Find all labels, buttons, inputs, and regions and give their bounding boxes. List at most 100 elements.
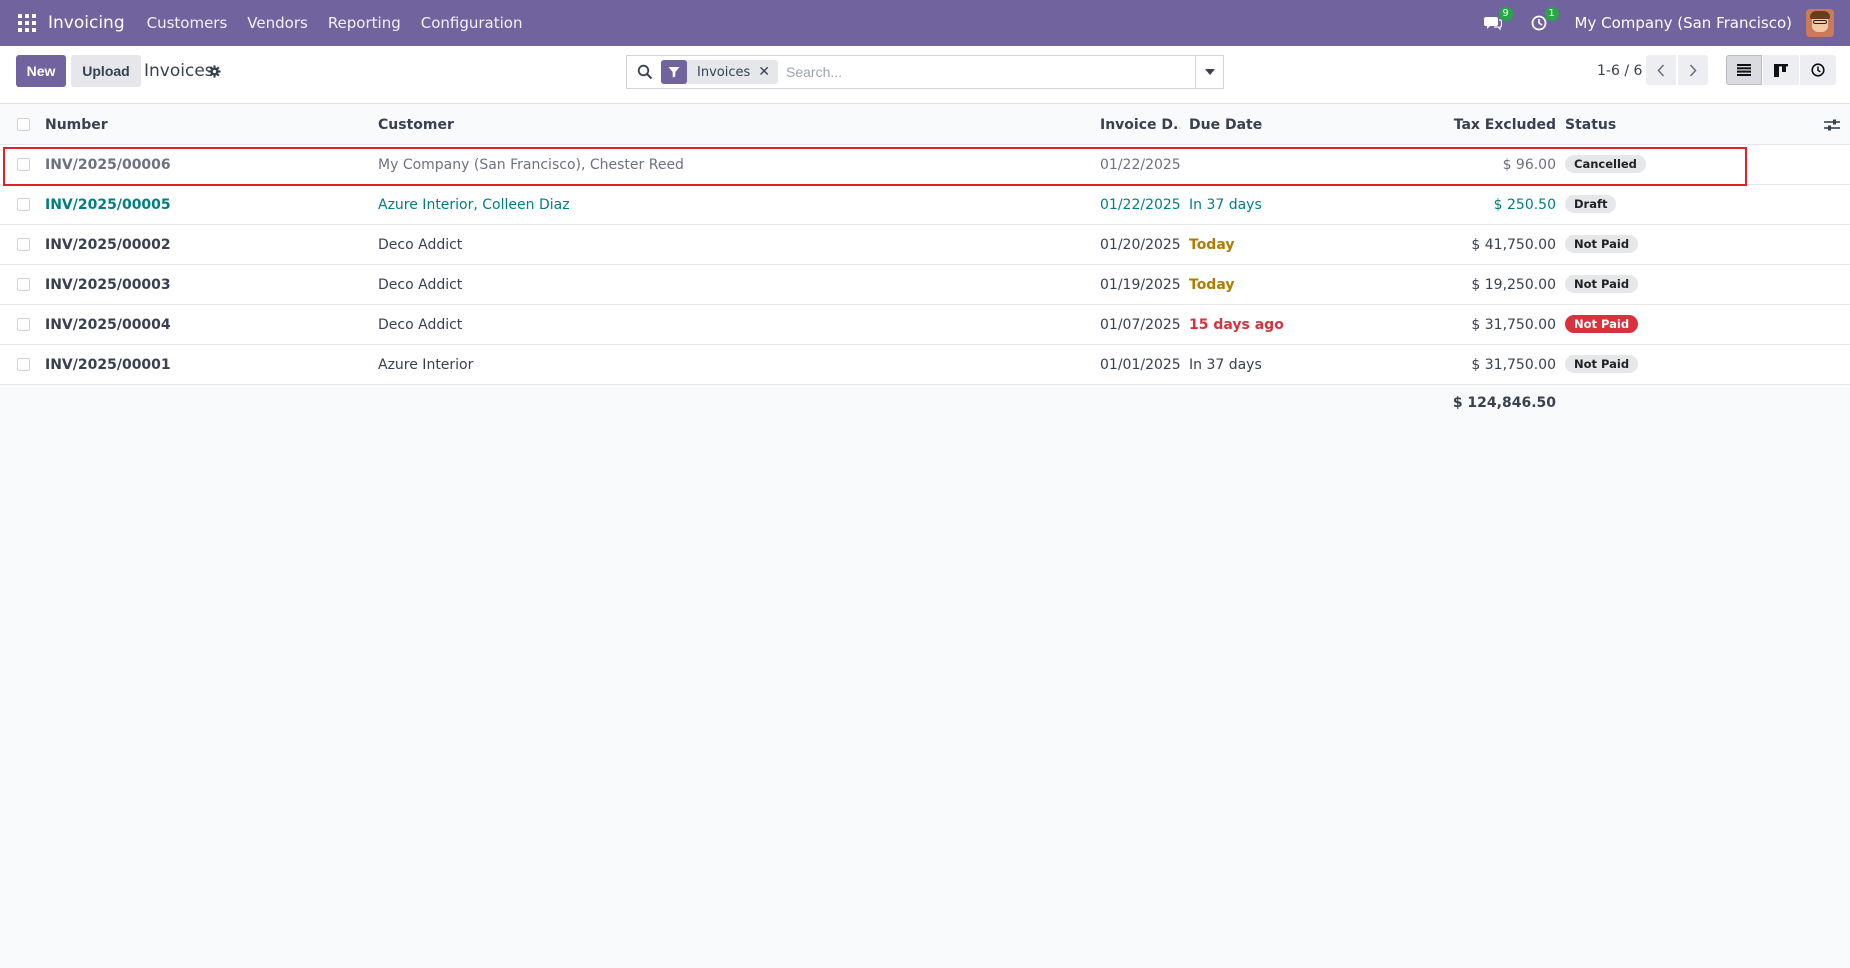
invoice-tax-excluded: $ 41,750.00 [1471,237,1556,253]
row-checkbox[interactable] [17,158,30,171]
page-title: Invoices [144,61,214,81]
status-badge: Not Paid [1565,234,1639,253]
adjust-columns-icon[interactable] [1824,118,1840,132]
caret-down-icon [1204,69,1215,75]
invoice-due-date: In 37 days [1189,357,1262,373]
apps-grid-icon[interactable] [18,14,36,32]
new-button[interactable]: New [16,55,66,87]
top-navbar: Invoicing Customers Vendors Reporting Co… [0,0,1850,46]
invoice-date: 01/20/2025 [1100,237,1180,253]
invoice-number: INV/2025/00004 [45,317,171,333]
invoice-due-date [1189,145,1339,185]
filter-facet: Invoices ✕ [661,60,778,84]
invoice-number: INV/2025/00003 [45,277,171,293]
chat-icon [1483,17,1502,31]
facet-label: Invoices [697,64,751,80]
status-badge: Draft [1565,194,1617,213]
clock-icon [1531,15,1546,31]
invoice-tax-excluded: $ 31,750.00 [1471,317,1556,333]
menu-configuration[interactable]: Configuration [421,14,523,32]
status-badge: Not Paid [1565,314,1639,333]
menu-reporting[interactable]: Reporting [328,14,401,32]
row-checkbox[interactable] [17,318,30,331]
column-header-tax-excluded[interactable]: Tax Excluded [1356,105,1556,145]
search-options-toggle[interactable] [1195,56,1223,88]
table-row[interactable]: INV/2025/00004 Deco Addict 01/07/2025 15… [0,305,1850,345]
table-row[interactable]: INV/2025/00003 Deco Addict 01/19/2025 To… [0,265,1850,305]
menu-vendors[interactable]: Vendors [247,14,308,32]
invoice-number: INV/2025/00006 [45,157,171,173]
messages-button[interactable]: 9 [1483,7,1513,33]
invoice-customer: Deco Addict [378,317,463,333]
invoice-due-date: Today [1189,237,1235,253]
kanban-view-button[interactable] [1763,55,1799,85]
table-row[interactable]: INV/2025/00001 Azure Interior 01/01/2025… [0,345,1850,385]
invoice-customer: Deco Addict [378,237,463,253]
search-input[interactable] [786,58,1186,86]
invoice-due-date: Today [1189,277,1235,293]
status-badge: Cancelled [1565,154,1646,173]
column-header-customer[interactable]: Customer [378,105,1078,145]
table-row[interactable]: INV/2025/00006 My Company (San Francisco… [0,145,1850,185]
invoice-tax-excluded: $ 19,250.00 [1471,277,1556,293]
app-name[interactable]: Invoicing [48,13,125,33]
table-row[interactable]: INV/2025/00002 Deco Addict 01/20/2025 To… [0,225,1850,265]
invoice-customer: Azure Interior, Colleen Diaz [378,197,570,213]
pager-previous-button[interactable] [1646,55,1676,85]
filter-icon [661,60,687,84]
invoice-number: INV/2025/00002 [45,237,171,253]
activities-count-badge: 1 [1544,7,1559,21]
invoice-status-cell: Not Paid [1565,225,1715,265]
tax-excluded-total: $ 124,846.50 [1452,395,1556,411]
invoice-number: INV/2025/00005 [45,197,171,213]
row-checkbox[interactable] [17,238,30,251]
invoice-customer: Azure Interior [378,357,474,373]
invoice-tax-excluded: $ 96.00 [1502,157,1556,173]
column-header-status[interactable]: Status [1565,105,1715,145]
invoice-date: 01/01/2025 [1100,357,1180,373]
upload-button[interactable]: Upload [71,55,141,87]
close-icon[interactable]: ✕ [758,64,778,80]
column-header-invoice-date[interactable]: Invoice D... [1100,105,1180,145]
invoice-status-cell: Not Paid [1565,305,1715,345]
column-header-due-date[interactable]: Due Date [1189,105,1339,145]
pager-next-button[interactable] [1678,55,1708,85]
chevron-left-icon [1657,63,1665,77]
menu-customers[interactable]: Customers [147,14,228,32]
invoice-date: 01/22/2025 [1100,197,1180,213]
invoice-customer: Deco Addict [378,277,463,293]
invoice-tax-excluded: $ 250.50 [1493,197,1556,213]
list-view-icon [1737,64,1751,76]
select-all-checkbox[interactable] [17,118,30,131]
user-avatar[interactable] [1806,9,1834,37]
invoice-number: INV/2025/00001 [45,357,171,373]
column-header-number[interactable]: Number [45,105,365,145]
invoice-tax-excluded: $ 31,750.00 [1471,357,1556,373]
activity-view-icon [1811,63,1825,77]
row-checkbox[interactable] [17,198,30,211]
invoice-status-cell: Draft [1565,185,1715,225]
table-header-row: Number Customer Invoice D... Due Date Ta… [0,105,1850,145]
kanban-view-icon [1774,63,1788,77]
row-checkbox[interactable] [17,278,30,291]
invoice-date: 01/07/2025 [1100,317,1180,333]
list-view-button[interactable] [1726,55,1762,85]
invoice-status-cell: Cancelled [1565,145,1715,185]
company-switcher[interactable]: My Company (San Francisco) [1575,14,1792,32]
invoice-due-date: In 37 days [1189,197,1262,213]
invoice-status-cell: Not Paid [1565,345,1715,385]
chevron-right-icon [1689,63,1697,77]
activity-view-button[interactable] [1800,55,1836,85]
status-badge: Not Paid [1565,274,1639,293]
pager-value[interactable]: 1-6 / 6 [1597,63,1642,79]
messages-count-badge: 9 [1498,7,1513,21]
table-row[interactable]: INV/2025/00005 Azure Interior, Colleen D… [0,185,1850,225]
invoice-date: 01/22/2025 [1100,157,1180,173]
invoice-status-cell: Not Paid [1565,265,1715,305]
invoice-due-date: 15 days ago [1189,317,1284,333]
activities-button[interactable]: 1 [1529,7,1559,33]
invoice-date: 01/19/2025 [1100,277,1180,293]
search-icon[interactable] [637,64,653,80]
gear-icon[interactable] [208,65,221,78]
row-checkbox[interactable] [17,358,30,371]
